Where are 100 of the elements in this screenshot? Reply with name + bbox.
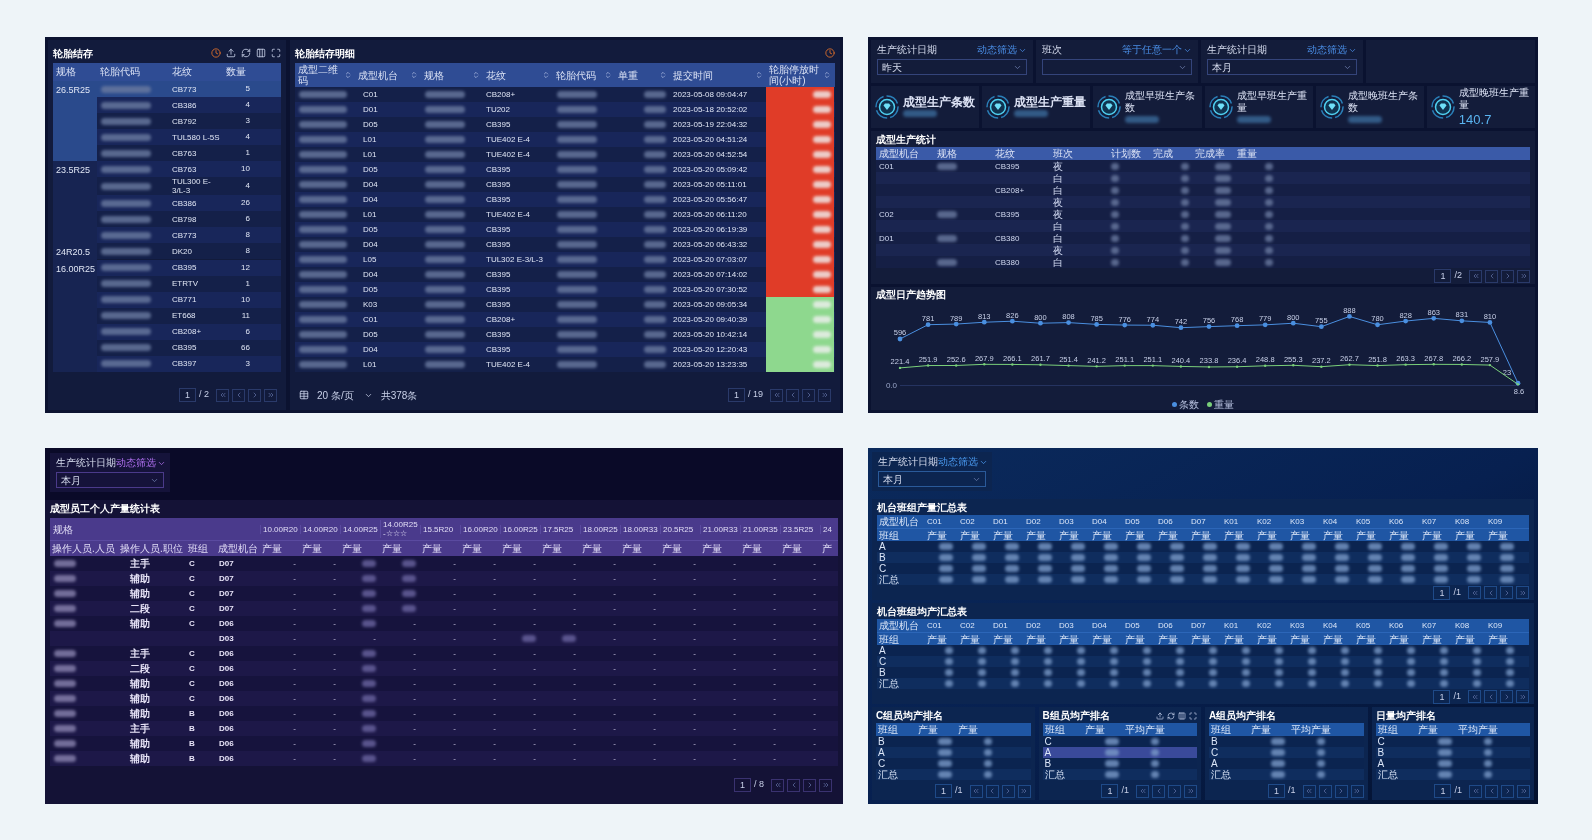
next-page-button[interactable] [1500,586,1513,599]
next-page-button[interactable] [1501,784,1514,798]
table-cell-text: A [878,541,887,552]
previous-page-button[interactable] [1484,586,1497,599]
sort-icon[interactable] [604,71,612,79]
last-page-button[interactable] [1350,784,1364,798]
column-header: 产量 [1454,529,1476,541]
filter-mode-button[interactable]: 动态筛选 [116,457,166,469]
previous-page-button[interactable] [985,784,999,798]
page-number-field[interactable]: 1 [1433,585,1451,600]
last-page-button[interactable] [1516,690,1529,703]
page-number-field[interactable]: 1 [178,388,196,402]
sort-icon[interactable] [823,71,831,79]
date-select[interactable]: 昨天 [877,59,1027,75]
sort-icon[interactable] [472,71,480,79]
table-cell-text: CB773 [171,84,198,94]
refresh-icon[interactable] [1167,712,1175,720]
next-page-button[interactable] [1001,784,1015,798]
table-cell-text: 66 [240,341,251,354]
refresh-icon[interactable] [241,48,251,58]
previous-page-button[interactable] [1318,784,1332,798]
date-select[interactable] [1042,59,1192,75]
previous-page-button[interactable] [232,388,245,402]
next-page-button[interactable] [802,388,815,402]
first-page-button[interactable] [771,778,784,792]
data-point [1375,322,1380,328]
columns-icon[interactable] [1178,712,1186,720]
filter-mode-button[interactable]: 动态筛选 [1307,44,1357,56]
previous-page-button[interactable] [1485,784,1498,798]
blurred-value [402,605,416,612]
sort-icon[interactable] [344,71,352,79]
first-page-button[interactable] [969,784,983,798]
filter-mode-button[interactable]: 等于任意一个 [1122,44,1192,56]
previous-page-button[interactable] [786,388,799,402]
previous-page-button[interactable] [1152,784,1165,798]
page-number-field[interactable]: 1 [1101,784,1119,798]
last-page-button[interactable] [264,388,277,402]
table-cell-text: - [492,662,497,675]
sort-icon[interactable] [542,71,550,79]
first-page-button[interactable] [1469,269,1482,283]
next-page-button[interactable] [1334,784,1348,798]
last-page-button[interactable] [1184,784,1197,798]
blurred-value [557,331,597,338]
page-number-field[interactable]: 1 [934,784,952,798]
table-cell-text: 2023-05-20 09:05:34 [672,298,749,311]
page-number-field[interactable]: 1 [1434,784,1452,798]
next-page-button[interactable] [803,778,816,792]
page-size-select[interactable]: 20 条/页 [317,387,373,403]
page-number-field[interactable]: 1 [1433,689,1451,704]
first-page-button[interactable] [1136,784,1149,798]
previous-page-button[interactable] [787,778,800,792]
sort-icon[interactable] [755,71,763,79]
first-page-button[interactable] [1468,690,1481,703]
next-page-button[interactable] [1500,690,1513,703]
last-page-button[interactable] [819,778,832,792]
first-page-button[interactable] [1302,784,1316,798]
last-page-button[interactable] [1017,784,1031,798]
table-cell-text: - [492,737,497,750]
columns-icon[interactable] [256,48,266,58]
table-cell-text: B [877,736,886,747]
page-number-field[interactable]: 1 [733,778,751,792]
table-icon[interactable] [299,390,309,400]
page-number-field[interactable]: 1 [727,388,745,402]
first-page-button[interactable] [770,388,783,402]
filter-mode-button[interactable]: 动态筛选 [977,44,1027,56]
next-page-button[interactable] [248,388,261,402]
column-header: 产量 [1388,529,1410,541]
last-page-button[interactable] [1517,269,1530,283]
next-page-button[interactable] [1168,784,1181,798]
clock-icon[interactable] [825,48,835,58]
date-select[interactable]: 本月 [878,471,986,487]
table-cell-text: TUE402 E-4 [485,133,532,146]
last-page-button[interactable] [1516,586,1529,599]
date-select[interactable]: 本月 [56,472,164,488]
double-chevron-right-icon [1518,588,1527,597]
first-page-button[interactable] [216,388,229,402]
table-cell-text: 4 [244,131,251,143]
previous-page-button[interactable] [1484,690,1497,703]
fullscreen-icon[interactable] [271,48,281,58]
blurred-value [1269,565,1283,572]
export-icon[interactable] [1156,712,1164,720]
previous-page-button[interactable] [1485,269,1498,283]
table-cell-text: CB773 [171,230,198,240]
column-header: 20.5R25 [660,524,700,534]
filter-mode-button[interactable]: 动态筛选 [938,456,988,468]
sort-icon[interactable] [410,71,418,79]
first-page-button[interactable] [1468,586,1481,599]
export-icon[interactable] [226,48,236,58]
page-number-field[interactable]: 1 [1267,784,1285,798]
fullscreen-icon[interactable] [1189,712,1197,720]
last-page-button[interactable] [818,388,831,402]
sort-icon[interactable] [659,71,667,79]
date-select[interactable]: 本月 [1207,59,1357,75]
next-page-button[interactable] [1501,269,1514,283]
page-number-field[interactable]: 1 [1434,269,1452,283]
clock-icon[interactable] [211,48,221,58]
last-page-button[interactable] [1517,784,1530,798]
first-page-button[interactable] [1469,784,1482,798]
blurred-value [1434,565,1448,572]
column-header: 计划数 [1110,148,1142,159]
